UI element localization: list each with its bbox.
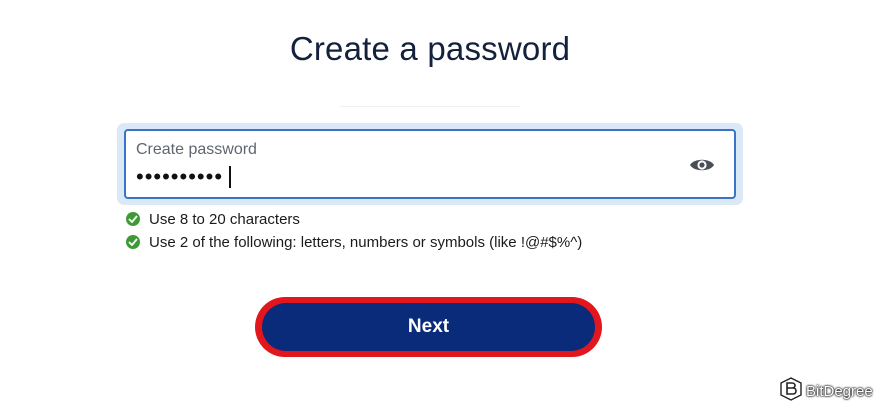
eye-icon[interactable] bbox=[689, 156, 715, 174]
watermark: BitDegree bbox=[780, 377, 873, 405]
requirement-item: Use 2 of the following: letters, numbers… bbox=[126, 233, 582, 251]
title-divider bbox=[340, 106, 520, 107]
text-caret bbox=[229, 166, 231, 188]
requirement-text: Use 2 of the following: letters, numbers… bbox=[149, 233, 583, 251]
watermark-text: BitDegree bbox=[806, 382, 873, 400]
next-button[interactable]: Next bbox=[262, 303, 595, 351]
check-circle-icon bbox=[126, 212, 140, 226]
password-input[interactable]: •••••••••• bbox=[136, 165, 223, 189]
page-title: Create a password bbox=[289, 30, 571, 67]
requirement-text: Use 8 to 20 characters bbox=[149, 210, 300, 228]
requirement-item: Use 8 to 20 characters bbox=[126, 210, 300, 228]
check-circle-icon bbox=[126, 235, 140, 249]
password-field-label: Create password bbox=[136, 141, 257, 158]
bitdegree-logo-icon bbox=[780, 377, 802, 405]
